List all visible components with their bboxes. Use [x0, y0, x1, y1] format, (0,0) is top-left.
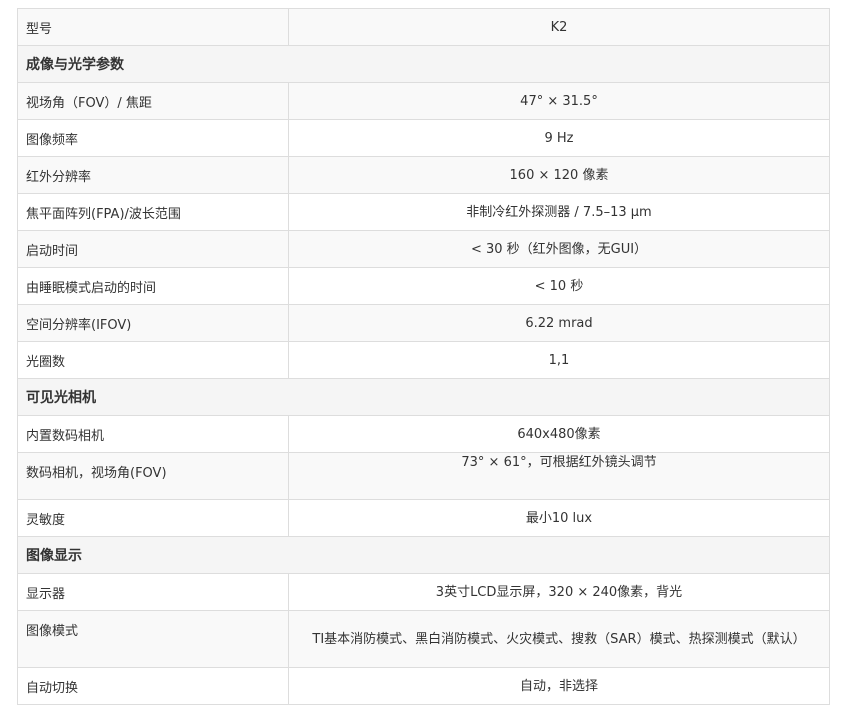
table-row: 显示器 3英寸LCD显示屏，320 × 240像素，背光	[17, 573, 830, 611]
row-label: 数码相机，视场角(FOV)	[17, 452, 289, 500]
row-value: 6.22 mrad	[288, 304, 830, 342]
row-label: 灵敏度	[17, 499, 289, 537]
row-value: 47° × 31.5°	[288, 82, 830, 120]
row-value: 非制冷红外探测器 / 7.5–13 μm	[288, 193, 830, 231]
table-row: 内置数码相机 640x480像素	[17, 415, 830, 453]
row-label: 由睡眠模式启动的时间	[17, 267, 289, 305]
table-row: 灵敏度 最小10 lux	[17, 499, 830, 537]
row-value: 最小10 lux	[288, 499, 830, 537]
section-header: 图像显示	[17, 536, 830, 574]
section-title: 图像显示	[17, 536, 830, 574]
row-value: 9 Hz	[288, 119, 830, 157]
spec-table: 型号 K2 成像与光学参数 视场角（FOV）/ 焦距 47° × 31.5° 图…	[17, 8, 830, 705]
table-row: 自动切换 自动，非选择	[17, 667, 830, 705]
table-row: 由睡眠模式启动的时间 < 10 秒	[17, 267, 830, 305]
table-row: 红外分辨率 160 × 120 像素	[17, 156, 830, 194]
row-value: 3英寸LCD显示屏，320 × 240像素，背光	[288, 573, 830, 611]
section-header: 可见光相机	[17, 378, 830, 416]
row-label: 型号	[17, 8, 289, 46]
table-row: 型号 K2	[17, 8, 830, 46]
section-title: 成像与光学参数	[17, 45, 830, 83]
row-label: 焦平面阵列(FPA)/波长范围	[17, 193, 289, 231]
row-value: K2	[288, 8, 830, 46]
row-label: 启动时间	[17, 230, 289, 268]
row-label: 红外分辨率	[17, 156, 289, 194]
row-label: 空间分辨率(IFOV)	[17, 304, 289, 342]
row-value: 1,1	[288, 341, 830, 379]
table-row: 图像频率 9 Hz	[17, 119, 830, 157]
row-label: 自动切换	[17, 667, 289, 705]
row-value: < 30 秒（红外图像，无GUI）	[288, 230, 830, 268]
row-label: 显示器	[17, 573, 289, 611]
section-header: 成像与光学参数	[17, 45, 830, 83]
row-label: 光圈数	[17, 341, 289, 379]
row-value: 73° × 61°，可根据红外镜头调节	[288, 452, 830, 500]
row-label: 图像频率	[17, 119, 289, 157]
row-label: 内置数码相机	[17, 415, 289, 453]
table-row: 视场角（FOV）/ 焦距 47° × 31.5°	[17, 82, 830, 120]
table-row: 光圈数 1,1	[17, 341, 830, 379]
table-row: 数码相机，视场角(FOV) 73° × 61°，可根据红外镜头调节	[17, 452, 830, 500]
row-value: 640x480像素	[288, 415, 830, 453]
row-label: 视场角（FOV）/ 焦距	[17, 82, 289, 120]
row-value: 自动，非选择	[288, 667, 830, 705]
table-row: 启动时间 < 30 秒（红外图像，无GUI）	[17, 230, 830, 268]
row-value: 160 × 120 像素	[288, 156, 830, 194]
row-label: 图像模式	[17, 610, 289, 668]
table-row: 图像模式 TI基本消防模式、黑白消防模式、火灾模式、搜救（SAR）模式、热探测模…	[17, 610, 830, 668]
section-title: 可见光相机	[17, 378, 830, 416]
row-value: < 10 秒	[288, 267, 830, 305]
table-row: 空间分辨率(IFOV) 6.22 mrad	[17, 304, 830, 342]
row-value: TI基本消防模式、黑白消防模式、火灾模式、搜救（SAR）模式、热探测模式（默认）	[288, 610, 830, 668]
table-row: 焦平面阵列(FPA)/波长范围 非制冷红外探测器 / 7.5–13 μm	[17, 193, 830, 231]
